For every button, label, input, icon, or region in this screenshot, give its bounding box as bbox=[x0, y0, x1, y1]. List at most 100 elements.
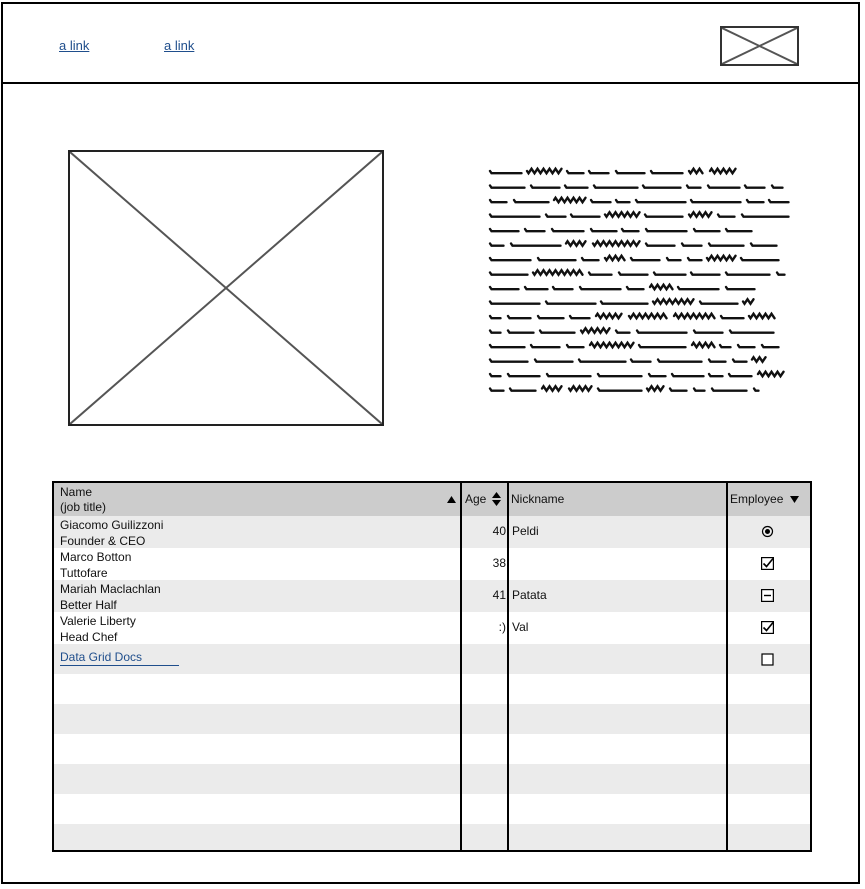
radio-selected-icon[interactable] bbox=[761, 525, 774, 538]
scribble-word bbox=[689, 271, 721, 276]
header-bar: a link a link bbox=[1, 2, 860, 84]
job-title: Head Chef bbox=[60, 630, 118, 644]
scribble-word bbox=[629, 358, 652, 363]
scribble-word bbox=[614, 329, 631, 334]
scribble-word bbox=[545, 372, 592, 378]
scribble-word bbox=[656, 358, 703, 363]
scribble-word bbox=[708, 166, 737, 176]
column-divider[interactable] bbox=[507, 483, 509, 850]
checkbox-checked-icon[interactable] bbox=[761, 557, 774, 570]
table-row[interactable]: Giacomo Guilizzoni Founder & CEO 40 Peld… bbox=[54, 516, 810, 548]
data-grid: Name (job title) Age Nickname Employee G… bbox=[52, 481, 812, 852]
scribble-word bbox=[728, 329, 775, 334]
scribble-word bbox=[665, 256, 682, 262]
empty-row bbox=[54, 764, 810, 794]
column-header-age[interactable]: Age bbox=[465, 483, 486, 516]
scribble-word bbox=[565, 169, 585, 175]
scribbled-text-block bbox=[488, 166, 790, 393]
scribble-word bbox=[488, 227, 520, 233]
scribble-word bbox=[629, 256, 661, 262]
scribble-word bbox=[689, 198, 742, 204]
scribble-word bbox=[680, 242, 703, 247]
sort-both-icon[interactable] bbox=[492, 492, 501, 506]
scribble-word bbox=[506, 372, 541, 378]
scribble-word bbox=[544, 213, 567, 218]
scribble-word bbox=[736, 343, 756, 349]
scribble-word bbox=[587, 271, 613, 276]
scribble-word bbox=[596, 372, 643, 378]
scribble-word bbox=[596, 387, 643, 392]
scribble-word bbox=[749, 242, 778, 247]
scribble-word bbox=[564, 239, 587, 248]
checkbox-unchecked-icon[interactable] bbox=[761, 653, 774, 666]
column-header-employee[interactable]: Employee bbox=[730, 483, 783, 516]
scribble-word bbox=[760, 343, 780, 349]
scribble-word bbox=[523, 227, 546, 233]
sort-up-icon[interactable] bbox=[447, 496, 456, 503]
cell-nickname: Val bbox=[512, 620, 529, 634]
nav-link-2[interactable]: a link bbox=[164, 38, 194, 53]
table-row[interactable]: Valerie Liberty Head Chef :) Val bbox=[54, 612, 810, 644]
scribble-word bbox=[536, 256, 577, 262]
scribble-word bbox=[531, 268, 584, 277]
cell-name: Valerie Liberty Head Chef bbox=[60, 613, 136, 645]
scribble-word bbox=[599, 300, 649, 305]
scribble-word bbox=[644, 227, 688, 233]
checkbox-checked-icon[interactable] bbox=[761, 621, 774, 634]
scribble-word bbox=[692, 227, 721, 233]
column-divider[interactable] bbox=[726, 483, 728, 850]
cell-age: 41 bbox=[492, 588, 506, 602]
scribble-word bbox=[645, 384, 665, 393]
scribble-word bbox=[617, 271, 649, 276]
scribble-word bbox=[687, 166, 704, 176]
scribble-word bbox=[634, 198, 687, 204]
scribble-word bbox=[536, 314, 565, 320]
scribble-word bbox=[767, 198, 790, 204]
column-divider[interactable] bbox=[460, 483, 462, 850]
chevron-down-icon[interactable] bbox=[790, 496, 799, 503]
checkbox-indeterminate-icon[interactable] bbox=[761, 589, 774, 602]
column-header-name[interactable]: Name (job title) bbox=[60, 485, 106, 518]
data-grid-docs-link[interactable]: Data Grid Docs bbox=[60, 650, 179, 666]
scribble-word bbox=[488, 372, 502, 378]
scribble-word bbox=[591, 239, 641, 248]
scribble-word bbox=[589, 227, 618, 233]
logo-image-placeholder-icon bbox=[720, 26, 799, 66]
scribble-word bbox=[625, 285, 645, 291]
scribble-word bbox=[686, 256, 703, 262]
scribble-word bbox=[707, 372, 724, 378]
column-header-name-label: Name bbox=[60, 485, 93, 499]
job-title: Tuttofare bbox=[60, 566, 108, 580]
nav-link-1[interactable]: a link bbox=[59, 38, 89, 53]
scribble-word bbox=[488, 285, 520, 291]
table-row[interactable]: Data Grid Docs bbox=[54, 644, 810, 674]
scribble-word bbox=[552, 195, 587, 205]
cell-age: 40 bbox=[492, 524, 506, 538]
scribble-word bbox=[578, 285, 622, 291]
scribble-word bbox=[569, 213, 601, 218]
scribble-word bbox=[579, 326, 611, 335]
table-row[interactable]: Mariah Maclachlan Better Half 41 Patata bbox=[54, 580, 810, 612]
scribble-word bbox=[592, 184, 639, 189]
scribble-word bbox=[756, 369, 785, 379]
scribble-word bbox=[488, 169, 523, 175]
scribble-word bbox=[648, 282, 674, 292]
scribble-word bbox=[668, 387, 688, 392]
table-row[interactable]: Marco Botton Tuttofare 38 bbox=[54, 548, 810, 580]
scribble-word bbox=[651, 297, 695, 306]
scribble-word bbox=[710, 387, 748, 392]
scribble-word bbox=[707, 242, 745, 247]
scribble-word bbox=[488, 343, 526, 349]
scribble-word bbox=[743, 184, 766, 189]
scribble-word bbox=[692, 329, 724, 334]
scribble-word bbox=[641, 184, 682, 189]
column-header-nickname[interactable]: Nickname bbox=[511, 483, 564, 516]
scribble-word bbox=[750, 355, 767, 364]
scribble-word bbox=[488, 184, 526, 189]
scribble-word bbox=[488, 300, 541, 305]
scribble-word bbox=[719, 314, 745, 320]
scribble-word bbox=[544, 300, 597, 305]
scribble-word bbox=[577, 358, 627, 363]
scribble-word bbox=[752, 387, 760, 392]
scribble-word bbox=[620, 227, 640, 233]
